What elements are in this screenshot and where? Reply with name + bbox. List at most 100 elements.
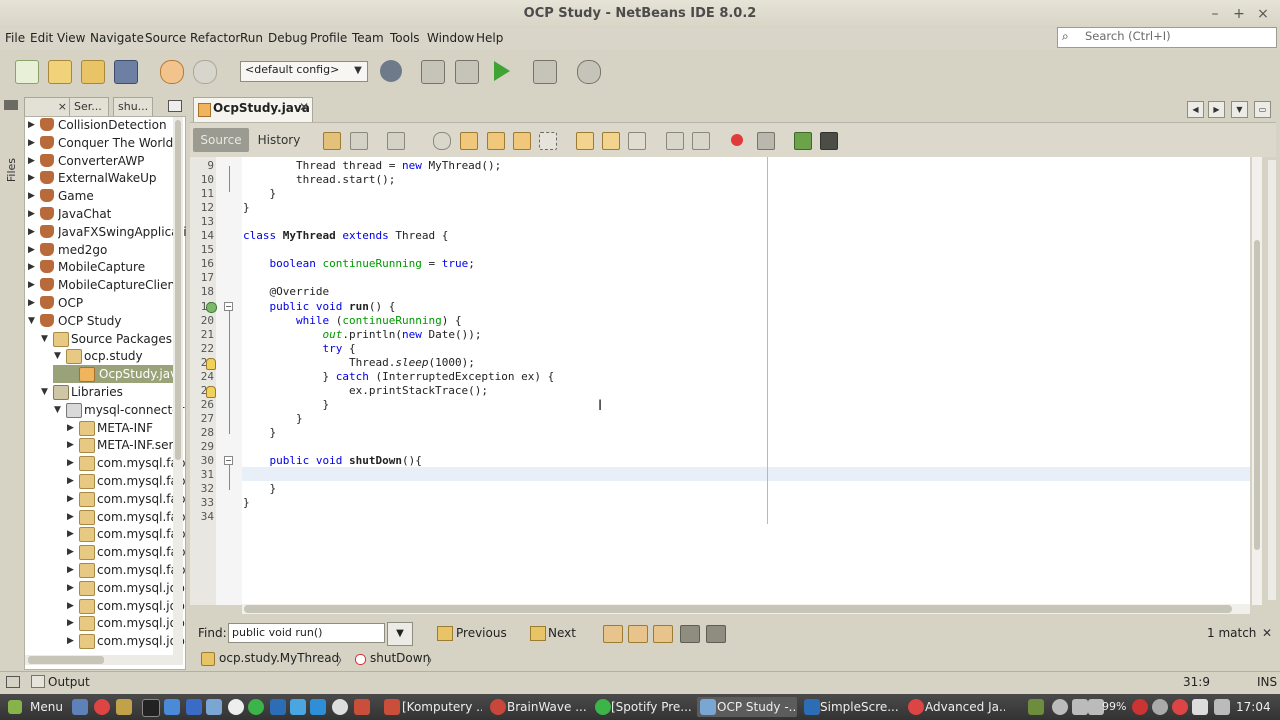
profile-icon[interactable] [577, 60, 601, 84]
wifi-icon[interactable] [1052, 699, 1068, 715]
app-icon[interactable] [354, 699, 370, 715]
shift-right-icon[interactable] [692, 132, 710, 150]
find-history-dropdown[interactable]: ▼ [387, 622, 413, 646]
expand-right-icon[interactable]: ▶ [28, 116, 38, 134]
projects-horizontal-scroll-thumb[interactable] [28, 656, 104, 664]
menu-window[interactable]: Window [427, 28, 474, 50]
menu-profile[interactable]: Profile [310, 28, 347, 50]
maximize-editor-icon[interactable]: ▭ [1254, 101, 1271, 118]
tree-item[interactable]: com.mysql.fab [97, 508, 199, 526]
match-case-icon[interactable] [603, 625, 623, 643]
files-tab[interactable]: Files [5, 158, 18, 182]
close-icon[interactable]: × [58, 98, 67, 116]
restore-icon[interactable] [4, 100, 18, 110]
next-button[interactable]: Next [548, 626, 576, 640]
tray-icon[interactable] [1028, 699, 1044, 715]
task-item[interactable]: BrainWave ... [507, 697, 587, 717]
menu-source[interactable]: Source [145, 28, 186, 50]
expand-right-icon[interactable]: ▶ [28, 294, 38, 312]
undo-icon[interactable] [160, 60, 184, 84]
toggle-bookmark-icon[interactable] [628, 132, 646, 150]
last-edit-icon[interactable] [323, 132, 341, 150]
globe-icon[interactable] [380, 60, 402, 82]
editor-vertical-scroll-thumb[interactable] [1254, 240, 1260, 550]
clean-build-icon[interactable] [455, 60, 479, 84]
projects-vertical-scroll-thumb[interactable] [175, 120, 181, 460]
menu-tools[interactable]: Tools [390, 28, 420, 50]
tree-item[interactable]: com.mysql.fab [97, 472, 199, 490]
expand-down-icon[interactable]: ▼ [41, 330, 51, 348]
menu-navigate[interactable]: Navigate [90, 28, 144, 50]
expand-right-icon[interactable]: ▶ [67, 543, 77, 561]
new-file-icon[interactable] [15, 60, 39, 84]
redo-icon[interactable] [193, 60, 217, 84]
expand-down-icon[interactable]: ▼ [28, 312, 38, 330]
close-icon[interactable]: ✕ [299, 100, 309, 114]
source-tab[interactable]: Source [193, 128, 249, 152]
override-marker-icon[interactable] [206, 302, 217, 313]
tree-item[interactable]: OcpStudy.java [53, 365, 173, 384]
hint-bulb-icon[interactable] [206, 358, 216, 370]
expand-right-icon[interactable]: ▶ [28, 205, 38, 223]
expand-right-icon[interactable]: ▶ [67, 472, 77, 490]
tab-projects[interactable]: × [24, 97, 70, 117]
open-project-icon[interactable] [81, 60, 105, 84]
tree-item[interactable]: com.mysql.jdb [97, 579, 199, 597]
editor-horizontal-scroll-thumb[interactable] [244, 605, 1232, 613]
next-bookmark-icon[interactable] [602, 132, 620, 150]
chrome-icon[interactable] [94, 699, 110, 715]
expand-right-icon[interactable]: ▶ [28, 241, 38, 259]
app-icon[interactable] [332, 699, 348, 715]
history-tab[interactable]: History [254, 128, 304, 152]
back-icon[interactable] [350, 132, 368, 150]
app-icon[interactable] [164, 699, 180, 715]
menu-run[interactable]: Run [240, 28, 263, 50]
menu-view[interactable]: View [57, 28, 85, 50]
skype-icon[interactable] [290, 699, 306, 715]
expand-right-icon[interactable]: ▶ [28, 134, 38, 152]
expand-down-icon[interactable]: ▼ [54, 401, 64, 419]
scroll-tabs-left-icon[interactable]: ◀ [1187, 101, 1204, 118]
previous-bookmark-icon[interactable] [576, 132, 594, 150]
expand-right-icon[interactable]: ▶ [28, 152, 38, 170]
expand-right-icon[interactable]: ▶ [67, 508, 77, 526]
app-icon[interactable] [270, 699, 286, 715]
whole-words-icon[interactable] [628, 625, 648, 643]
keyboard-icon[interactable] [1214, 699, 1230, 715]
expand-right-icon[interactable]: ▶ [67, 579, 77, 597]
build-icon[interactable] [421, 60, 445, 84]
save-all-icon[interactable] [114, 60, 138, 84]
start-macro-icon[interactable] [731, 134, 743, 146]
chrome-tray-icon[interactable] [1172, 699, 1188, 715]
tree-item[interactable]: com.mysql.jdb [97, 632, 199, 650]
tree-item[interactable]: com.mysql.jdb [97, 614, 199, 632]
menu-help[interactable]: Help [476, 28, 503, 50]
output-tab[interactable]: Output [48, 675, 90, 689]
highlight-results-icon[interactable] [680, 625, 700, 643]
tab-shutdown[interactable]: shu... [113, 97, 153, 117]
expand-right-icon[interactable]: ▶ [67, 561, 77, 579]
find-previous-icon[interactable] [460, 132, 478, 150]
tree-item[interactable]: com.mysql.fab [97, 454, 199, 472]
menu-edit[interactable]: Edit [30, 28, 53, 50]
expand-right-icon[interactable]: ▶ [67, 436, 77, 454]
uncomment-icon[interactable] [820, 132, 838, 150]
tree-item[interactable]: com.mysql.fab [97, 490, 199, 508]
regex-icon[interactable] [653, 625, 673, 643]
vscode-icon[interactable] [186, 699, 202, 715]
expand-down-icon[interactable]: ▼ [41, 383, 51, 401]
expand-right-icon[interactable]: ▶ [28, 223, 38, 241]
menu-button[interactable]: Menu [30, 700, 63, 714]
expand-right-icon[interactable]: ▶ [28, 187, 38, 205]
menu-file[interactable]: File [5, 28, 25, 50]
app-icon[interactable] [228, 699, 244, 715]
tree-item[interactable]: com.mysql.fab [97, 561, 199, 579]
scroll-tabs-right-icon[interactable]: ▶ [1208, 101, 1225, 118]
expand-right-icon[interactable]: ▶ [28, 258, 38, 276]
terminal-icon[interactable] [142, 699, 160, 717]
find-selection-icon[interactable] [433, 132, 451, 150]
new-project-icon[interactable] [48, 60, 72, 84]
close-icon[interactable]: ✕ [1262, 626, 1272, 640]
minimize-button[interactable]: – [1205, 4, 1225, 24]
debug-icon[interactable] [533, 60, 557, 84]
